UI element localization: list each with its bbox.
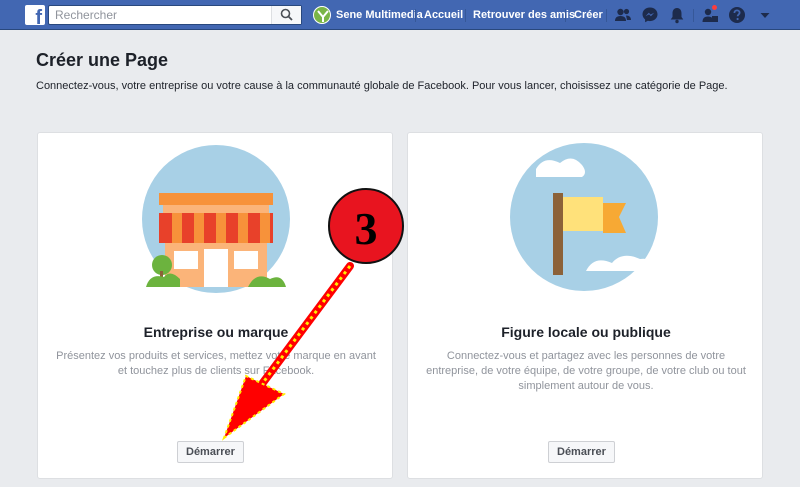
- nav-link-create[interactable]: Créer: [574, 9, 603, 21]
- nav-separator: [606, 9, 607, 22]
- nav-separator: [565, 9, 566, 22]
- nav-separator: [415, 9, 416, 22]
- nav-link-home[interactable]: Accueil: [424, 9, 463, 21]
- start-button-public-figure[interactable]: Démarrer: [548, 441, 615, 463]
- nav-separator: [693, 9, 694, 22]
- chevron-down-icon[interactable]: [756, 6, 774, 24]
- card-title: Entreprise ou marque: [143, 324, 289, 340]
- friends-icon[interactable]: [614, 6, 632, 24]
- card-description: Présentez vos produits et services, mett…: [56, 350, 376, 377]
- page-title: Créer une Page: [36, 50, 169, 70]
- card-description: Connectez-vous et partagez avec les pers…: [426, 350, 746, 392]
- nav-separator: [465, 9, 466, 22]
- messenger-icon[interactable]: [641, 6, 659, 24]
- flag-illustration: [510, 143, 658, 291]
- search-input[interactable]: [49, 6, 271, 24]
- storefront-illustration: [142, 145, 290, 293]
- profile-name: Sene Multimedia: [336, 9, 423, 21]
- nav-link-find-friends[interactable]: Retrouver des amis: [473, 9, 575, 21]
- notification-badge: [711, 4, 718, 11]
- bell-icon[interactable]: [668, 6, 686, 24]
- card-title: Figure locale ou publique: [501, 324, 671, 340]
- category-card-business: Entreprise ou marque Présentez vos produ…: [37, 132, 393, 479]
- search-box: [48, 5, 302, 25]
- start-button-business[interactable]: Démarrer: [177, 441, 244, 463]
- question-icon[interactable]: [728, 6, 746, 24]
- page-subtitle: Connectez-vous, votre entreprise ou votr…: [36, 80, 728, 92]
- category-card-public-figure: Figure locale ou publique Connectez-vous…: [407, 132, 763, 479]
- facebook-logo[interactable]: f: [25, 5, 45, 28]
- search-icon: [280, 8, 293, 21]
- search-button[interactable]: [271, 6, 301, 24]
- avatar: [313, 6, 331, 24]
- top-navigation-bar: f Sene Multimedia Accueil Retrouver des …: [0, 0, 800, 30]
